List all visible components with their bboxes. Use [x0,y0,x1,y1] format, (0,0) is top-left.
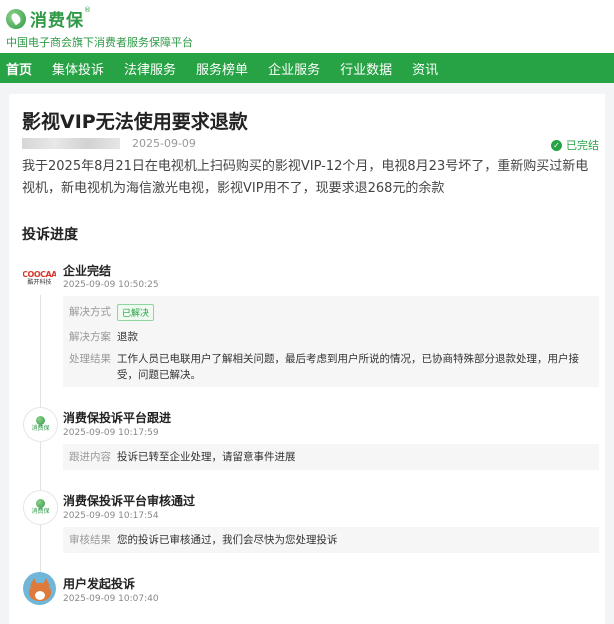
step-title: 消费保投诉平台审核通过 [63,494,196,508]
status-badge: ✓ 已完结 [551,137,599,153]
detail-label: 处理结果 [69,353,111,365]
site-tagline: 中国电子商会旗下消费者服务保障平台 [6,36,193,49]
nav-enterprise-service[interactable]: 企业服务 [268,59,320,78]
step-time: 2025-09-09 10:17:59 [63,428,159,438]
main-nav: 首页 集体投诉 法律服务 服务榜单 企业服务 行业数据 资讯 [0,53,614,83]
detail-label: 跟进内容 [69,451,111,463]
platform-logo-text: 消费保 [31,425,50,432]
step-title: 企业完结 [63,264,112,278]
nav-service-ranking[interactable]: 服务榜单 [196,59,248,78]
registered-mark: ® [84,6,91,14]
detail-value: 工作人员已电联用户了解相关问题，最后考虑到用户所说的情况，已协商特殊部分退款处理… [117,353,579,381]
platform-avatar: 消费保 [23,407,58,442]
detail-label: 审核结果 [69,534,111,546]
step-title: 用户发起投诉 [63,577,136,591]
platform-logo-text: 消费保 [31,508,50,515]
user-avatar [23,572,56,605]
detail-value: 您的投诉已审核通过，我们会尽快为您处理投诉 [117,534,338,546]
platform-avatar: 消费保 [23,490,58,525]
detail-row: 跟进内容 投诉已转至企业处理，请留意事件进展 [69,449,296,465]
nav-industry-data[interactable]: 行业数据 [340,59,392,78]
step-detail-box: 解决方式 已解决 解决方案 退款 处理结果 工作人员已电联用户了解相关问题，最后… [63,296,599,387]
masked-username [22,138,120,149]
leaf-logo-icon [36,499,45,508]
nav-legal-service[interactable]: 法律服务 [124,59,176,78]
progress-section-title: 投诉进度 [22,227,78,243]
nav-home[interactable]: 首页 [6,59,32,78]
resolved-badge: 已解决 [117,304,155,321]
complaint-description: 我于2025年8月21日在电视机上扫码购买的影视VIP-12个月，电视8月23号… [22,159,589,196]
complaint-card: 影视VIP无法使用要求退款 2025-09-09 ✓ 已完结 我于2025年8月… [9,94,605,624]
detail-value: 投诉已转至企业处理，请留意事件进展 [117,451,296,463]
company-logo-avatar: COOCAA 酷开科技 [23,262,56,295]
leaf-logo-icon [6,8,26,29]
detail-row: 审核结果 您的投诉已审核通过，我们会尽快为您处理投诉 [69,532,338,548]
detail-row: 解决方式 已解决 [69,304,155,321]
detail-label: 解决方案 [69,331,111,343]
status-text: 已完结 [566,139,599,152]
leaf-logo-icon [36,416,45,425]
complaint-title: 影视VIP无法使用要求退款 [22,111,248,133]
company-logo-bottom: 酷开科技 [27,279,52,286]
detail-label: 解决方式 [69,306,111,318]
step-detail-box: 跟进内容 投诉已转至企业处理，请留意事件进展 [63,444,599,470]
step-detail-box: 审核结果 您的投诉已审核通过，我们会尽快为您处理投诉 [63,527,599,553]
step-title: 消费保投诉平台跟进 [63,411,172,425]
step-time: 2025-09-09 10:50:25 [63,280,159,290]
complaint-meta: 2025-09-09 [22,137,196,150]
site-logo[interactable]: 消费保 ® [6,6,91,31]
site-header: 消费保 ® 中国电子商会旗下消费者服务保障平台 [0,0,614,53]
complaint-date: 2025-09-09 [132,137,196,150]
check-circle-icon: ✓ [551,139,562,151]
detail-value: 退款 [117,331,138,343]
detail-row: 解决方案 退款 [69,329,138,345]
step-time: 2025-09-09 10:07:40 [63,594,159,604]
fox-avatar-icon [28,577,51,601]
company-logo-top: COOCAA [23,270,56,279]
nav-news[interactable]: 资讯 [412,59,438,78]
step-time: 2025-09-09 10:17:54 [63,511,159,521]
nav-group-complaint[interactable]: 集体投诉 [52,59,104,78]
detail-row: 处理结果 工作人员已电联用户了解相关问题，最后考虑到用户所说的情况，已协商特殊部… [69,351,593,383]
logo-text: 消费保 [30,11,84,31]
